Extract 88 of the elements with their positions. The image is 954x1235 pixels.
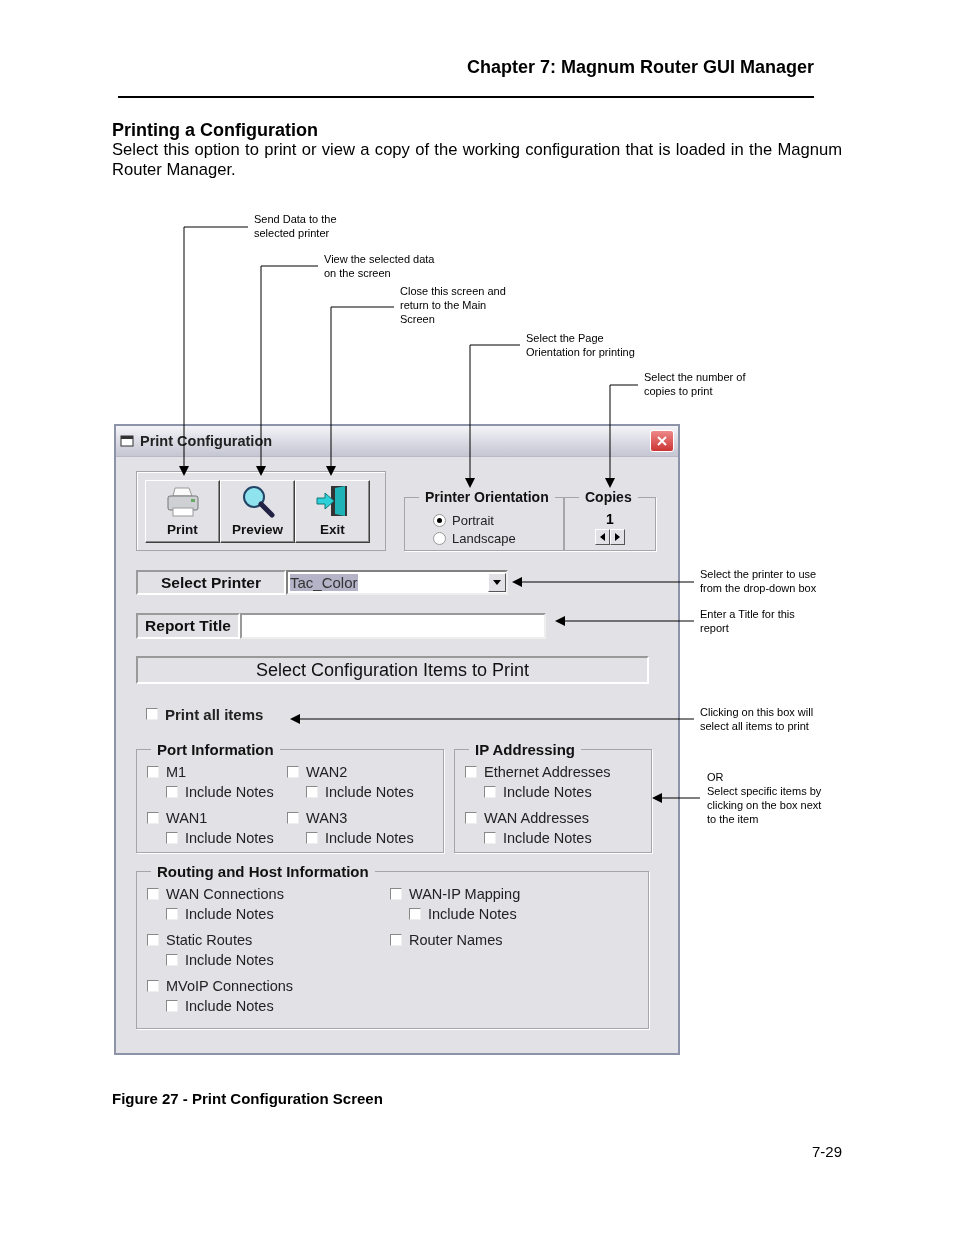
checkbox[interactable]	[306, 786, 318, 798]
checkbox[interactable]	[465, 812, 477, 824]
annotation-text: Select the printer to use from the drop-down box	[700, 567, 817, 595]
section-paragraph: Select this option to print or view a copy of the working configuration that is loaded in the Magnum Router Manager.	[112, 140, 842, 180]
radio-button[interactable]	[433, 531, 446, 545]
checkbox[interactable]	[147, 934, 159, 946]
annotation-text: Send Data to the selected printer	[254, 212, 337, 240]
checkbox-label: WAN3	[306, 810, 348, 826]
group-title: Copies	[584, 489, 633, 505]
checkbox[interactable]	[287, 766, 299, 778]
exit-button[interactable]: Exit	[295, 479, 370, 543]
page-number: 7-29	[811, 1143, 842, 1160]
checkbox[interactable]	[465, 766, 477, 778]
checkbox[interactable]	[306, 832, 318, 844]
printer-icon	[164, 485, 201, 518]
checkbox-label: Include Notes	[428, 906, 517, 922]
checkbox-label: Static Routes	[166, 932, 253, 948]
checkbox[interactable]	[166, 954, 178, 966]
checkbox-label: MVoIP Connections	[166, 978, 294, 994]
annotation-text: Enter a Title for this report	[700, 607, 795, 635]
checkbox-label: Router Names	[409, 932, 503, 948]
group-title: Printer Orientation	[424, 489, 550, 505]
checkbox[interactable]	[166, 832, 178, 844]
caret-down-icon	[493, 580, 501, 585]
annotation-text: OR Select specific items by clicking on the box next to the item	[707, 770, 822, 826]
preview-button[interactable]: Preview	[220, 479, 295, 543]
print-button[interactable]: Print	[145, 479, 220, 543]
group-title: Routing and Host Information	[156, 863, 370, 880]
checkbox-label: Print all items	[165, 705, 264, 723]
field-label: Report Title	[136, 613, 240, 639]
checkbox[interactable]	[147, 888, 159, 900]
checkbox-label: Include Notes	[325, 830, 414, 846]
figure-caption: Figure 27 - Print Configuration Screen	[112, 1090, 384, 1107]
annotation-text: View the selected data on the screen	[324, 252, 435, 280]
checkbox-label: M1	[166, 764, 187, 780]
checkbox-label: Include Notes	[325, 784, 414, 800]
decrease-button[interactable]	[595, 529, 610, 545]
leader-line	[652, 793, 701, 803]
increase-button[interactable]	[610, 529, 625, 545]
close-button[interactable]	[650, 430, 674, 452]
checkbox[interactable]	[166, 786, 178, 798]
checkbox-label: Include Notes	[185, 784, 274, 800]
checkbox-label: Include Notes	[185, 830, 274, 846]
checkbox-label: Include Notes	[503, 830, 592, 846]
checkbox-label: WAN2	[306, 764, 348, 780]
report-title-field[interactable]	[240, 613, 546, 639]
radio-button[interactable]	[433, 513, 446, 527]
checkbox[interactable]	[146, 708, 158, 720]
checkbox-label: Include Notes	[503, 784, 592, 800]
checkbox-label: Include Notes	[185, 906, 274, 922]
checkbox-label: WAN Addresses	[484, 810, 590, 826]
annotation-text: Select the Page Orientation for printing	[526, 331, 635, 359]
checkbox[interactable]	[147, 766, 159, 778]
checkbox[interactable]	[147, 980, 159, 992]
dropdown-button[interactable]	[488, 573, 506, 592]
copies-value: 1	[605, 511, 615, 527]
checkbox[interactable]	[147, 812, 159, 824]
chapter-heading: Chapter 7: Magnum Router GUI Manager	[465, 56, 815, 78]
caret-left-icon	[600, 533, 605, 541]
window-icon	[120, 435, 134, 447]
checkbox[interactable]	[166, 1000, 178, 1012]
checkbox[interactable]	[166, 908, 178, 920]
radio-label: Landscape	[452, 530, 516, 546]
radio-label: Portrait	[452, 512, 494, 528]
checkbox-label: Include Notes	[185, 952, 274, 968]
checkbox[interactable]	[409, 908, 421, 920]
group-title: IP Addressing	[474, 741, 577, 758]
checkbox-label: WAN1	[166, 810, 208, 826]
section-title: Printing a Configuration	[112, 120, 319, 140]
section-banner: Select Configuration Items to Print	[136, 656, 649, 684]
checkbox[interactable]	[390, 888, 402, 900]
annotation-text: Close this screen and return to the Main Screen	[400, 284, 506, 326]
checkbox-label: Ethernet Addresses	[484, 764, 611, 780]
checkbox[interactable]	[287, 812, 299, 824]
checkbox-label: WAN-IP Mapping	[409, 886, 521, 902]
close-icon	[656, 435, 668, 447]
group-title: Port Information	[156, 741, 275, 758]
checkbox[interactable]	[390, 934, 402, 946]
checkbox-label: Include Notes	[185, 998, 274, 1014]
printer-dropdown[interactable]: Tac_Color	[286, 570, 508, 595]
checkbox[interactable]	[484, 832, 496, 844]
annotation-text: Clicking on this box will select all items to print	[700, 705, 814, 733]
annotation-text: Select the number of copies to print	[644, 370, 746, 398]
checkbox[interactable]	[484, 786, 496, 798]
field-label: Select Printer	[136, 570, 286, 595]
caret-right-icon	[615, 533, 620, 541]
dropdown-value: Tac_Color	[290, 574, 358, 591]
checkbox-label: WAN Connections	[166, 886, 284, 902]
